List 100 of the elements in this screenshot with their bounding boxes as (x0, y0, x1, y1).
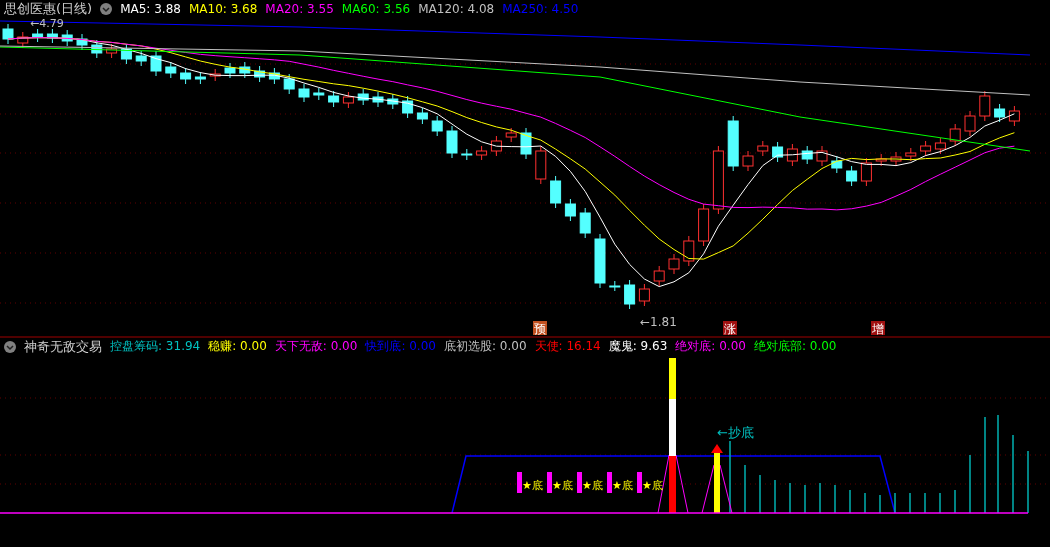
candlestick (165, 61, 177, 79)
candlestick (209, 68, 221, 82)
candlestick (905, 147, 917, 162)
candlestick (535, 145, 547, 185)
candlestick (505, 127, 517, 143)
candlestick (76, 33, 88, 51)
candlestick (46, 28, 58, 44)
indicator-value: 底初选股: 0.00 (443, 338, 527, 355)
candlestick (91, 39, 103, 59)
indicator-value: 天使: 16.14 (534, 338, 601, 355)
candlestick (638, 283, 650, 307)
indicator-value: 绝对底部: 0.00 (753, 338, 837, 355)
candlestick (964, 110, 976, 137)
candlestick (757, 140, 769, 157)
marker-bar (637, 472, 642, 493)
candlestick (979, 90, 991, 122)
candlestick (801, 145, 813, 165)
indicator-value: 天下无敌: 0.00 (274, 338, 358, 355)
candlestick (476, 145, 488, 161)
marker-bar (577, 472, 582, 493)
candlestick (120, 43, 132, 65)
candlestick (846, 165, 858, 187)
candlestick (180, 67, 192, 85)
up-arrow-icon (711, 444, 723, 453)
candlestick (402, 95, 414, 119)
candlestick (150, 50, 162, 77)
candlestick (32, 28, 44, 43)
signal-marker: 涨 (723, 321, 737, 336)
candlestick (298, 83, 310, 103)
ma-legend-item: MA60: 3.56 (341, 1, 411, 16)
candlestick (357, 88, 369, 106)
candlestick (816, 145, 828, 167)
star-bottom-mark: ★底 (612, 479, 633, 492)
chart-title: 思创医惠(日线) (4, 0, 93, 18)
candlestick (446, 125, 458, 159)
candlestick (609, 280, 621, 292)
star-bottom-mark: ★底 (552, 479, 573, 492)
star-bottom-mark: ★底 (642, 479, 663, 492)
candlestick (194, 71, 206, 85)
candlestick (875, 153, 887, 167)
dropdown-icon[interactable] (100, 2, 113, 15)
buy-signal-label: ←抄底 (717, 425, 754, 440)
candlestick (653, 265, 665, 287)
indicator-value: 快到底: 0.00 (365, 338, 436, 355)
marker-bar (607, 472, 612, 493)
indicator-value: 魔鬼: 9.63 (608, 338, 668, 355)
candlestick (683, 235, 695, 267)
candlestick (1008, 105, 1020, 127)
indicator-value: 稳赚: 0.00 (208, 338, 267, 355)
candlestick (624, 279, 636, 310)
candlestick (372, 91, 384, 108)
candlestick (431, 115, 443, 137)
candlestick (890, 151, 902, 167)
candlestick (254, 65, 266, 83)
candlestick (712, 145, 724, 215)
candlestick (550, 175, 562, 209)
candlestick (416, 107, 428, 125)
price-label: ←1.81 (640, 315, 677, 329)
candlestick (461, 148, 473, 161)
ma-legend-item: MA120: 4.08 (418, 1, 495, 16)
marker-bar (517, 472, 522, 493)
candlestick (313, 87, 325, 101)
candlestick (61, 29, 73, 47)
candlestick (786, 143, 798, 167)
signal-bar (714, 453, 720, 513)
signal-marker: 预 (533, 321, 547, 336)
candlestick (934, 137, 946, 155)
candlestick (387, 93, 399, 110)
candlestick (698, 203, 710, 247)
signal-marker: 增 (871, 321, 885, 336)
candlestick (994, 103, 1006, 123)
candlestick (772, 141, 784, 163)
candlestick (742, 150, 754, 172)
candlestick (490, 135, 502, 157)
indicator-name: 神奇无敌交易 (24, 337, 102, 356)
candlestick (268, 67, 280, 85)
ma-legend-item: MA5: 3.88 (120, 1, 181, 16)
candlestick (579, 207, 591, 239)
ma-legend-item: MA250: 4.50 (502, 1, 579, 16)
candlestick (920, 140, 932, 157)
candlestick (2, 23, 14, 45)
candlestick (224, 62, 236, 79)
candlestick (106, 43, 118, 59)
candlestick (564, 198, 576, 222)
ma-legend-item: MA10: 3.68 (188, 1, 258, 16)
marker-bar (547, 472, 552, 493)
candlestick (328, 90, 340, 108)
star-bottom-mark: ★底 (522, 479, 543, 492)
dropdown-icon[interactable] (4, 340, 16, 353)
candlestick (135, 50, 147, 67)
indicator-value: 绝对底: 0.00 (675, 338, 746, 355)
candlestick (239, 61, 251, 79)
candlestick (831, 155, 843, 174)
star-bottom-mark: ★底 (582, 479, 603, 492)
candlestick (342, 91, 354, 109)
candlestick (949, 123, 961, 147)
candlestick (520, 127, 532, 160)
candlestick (594, 233, 606, 289)
candlestick (283, 73, 295, 95)
candlestick (860, 157, 872, 187)
